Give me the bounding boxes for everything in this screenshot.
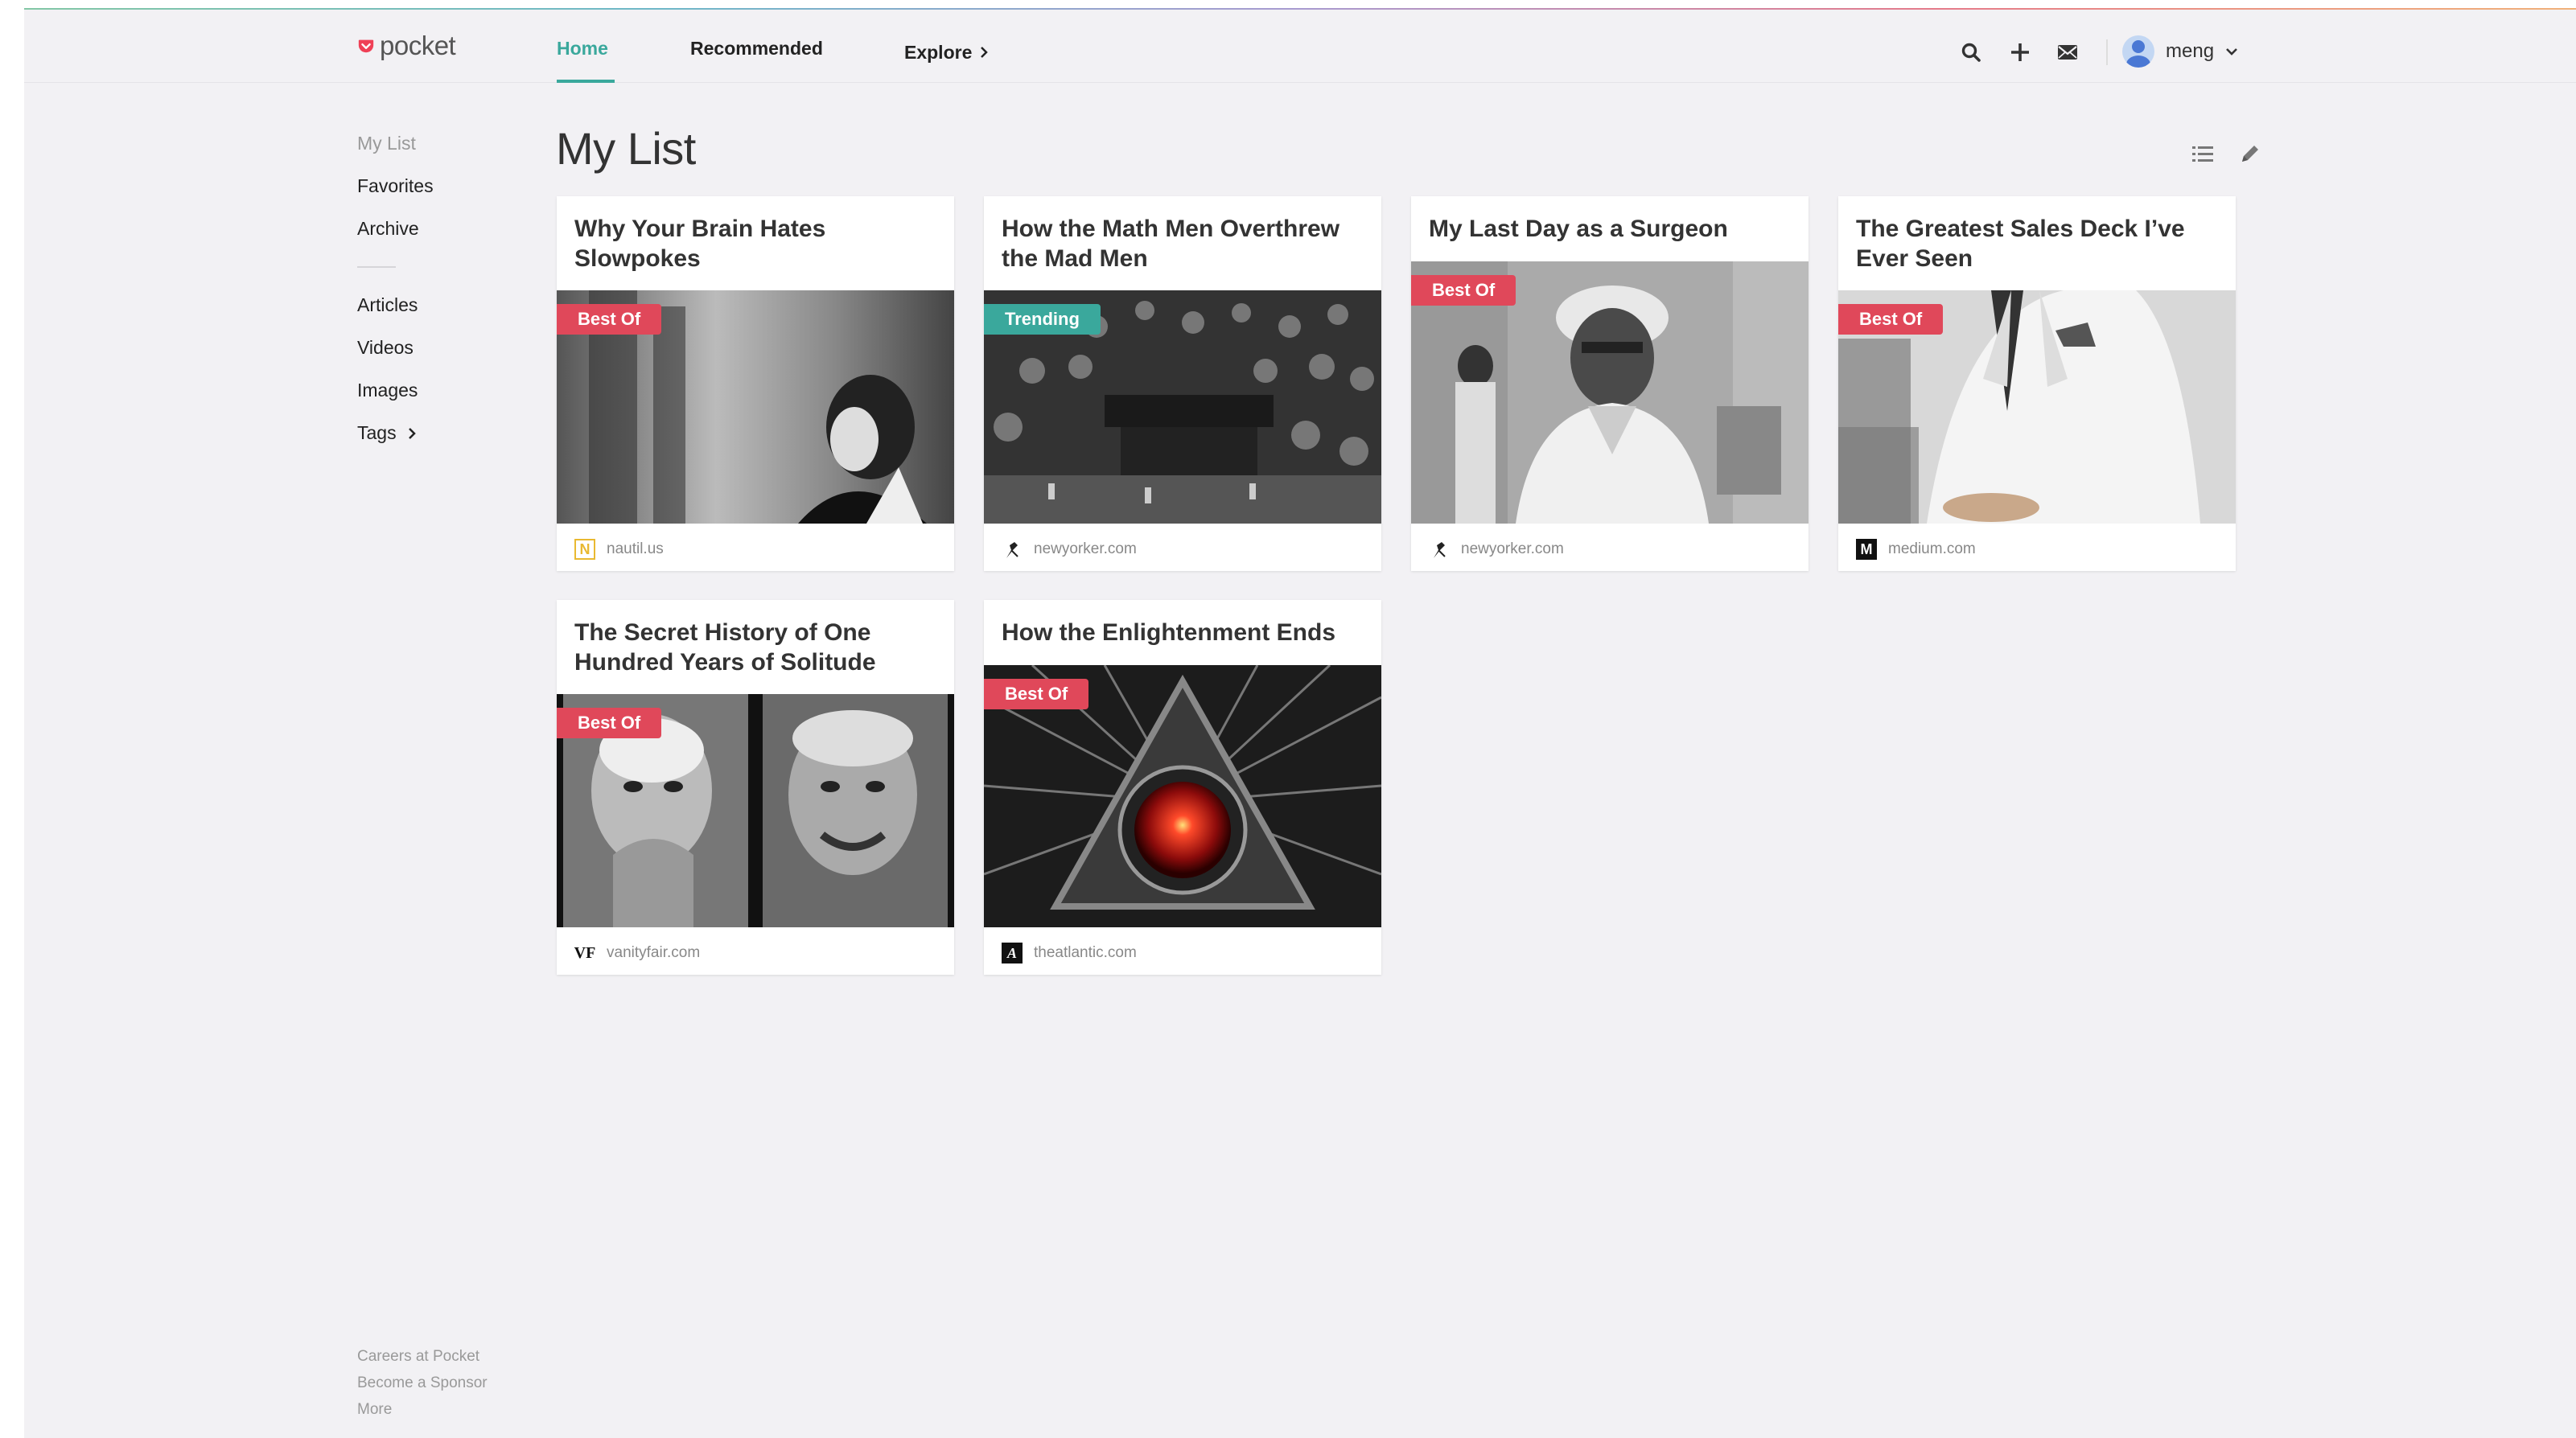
pencil-edit-icon[interactable]	[2238, 142, 2262, 166]
sidebar-item-my-list[interactable]: My List	[357, 122, 566, 165]
source-domain: theatlantic.com	[1034, 944, 1137, 961]
chevron-right-icon	[408, 427, 416, 439]
nav-tab-recommended[interactable]: Recommended	[690, 36, 823, 68]
article-card[interactable]: My Last Day as a Surgeon Best Of newyork…	[1411, 196, 1809, 571]
card-source: newyorker.com	[1429, 539, 1564, 560]
card-source: A theatlantic.com	[1002, 943, 1137, 963]
sidebar-item-tags[interactable]: Tags	[357, 412, 566, 454]
article-card[interactable]: The Secret History of One Hundred Years …	[557, 600, 954, 975]
page-title: My List	[556, 123, 696, 174]
badge-best-of: Best Of	[557, 304, 662, 335]
card-image: Best Of	[1838, 290, 2236, 524]
sidebar-item-videos[interactable]: Videos	[357, 327, 566, 369]
sidebar-item-articles[interactable]: Articles	[357, 284, 566, 327]
nav-explore-label: Explore	[904, 42, 973, 63]
newyorker-icon	[1434, 542, 1446, 558]
card-title: Why Your Brain Hates Slowpokes	[574, 216, 826, 272]
sidebar: My List Favorites Archive Articles Video…	[357, 122, 566, 454]
sidebar-divider	[357, 266, 396, 268]
footer-link-more[interactable]: More	[357, 1396, 488, 1423]
header-divider	[2106, 39, 2108, 65]
article-card[interactable]: How the Math Men Overthrew the Mad Men T…	[984, 196, 1381, 571]
card-source: N nautil.us	[574, 539, 664, 560]
badge-trending: Trending	[984, 304, 1101, 335]
source-domain: newyorker.com	[1461, 540, 1564, 557]
chevron-down-icon	[2226, 48, 2237, 55]
username: meng	[2166, 40, 2215, 62]
card-source: newyorker.com	[1002, 539, 1137, 560]
card-image: Trending	[984, 290, 1381, 524]
card-image: Best Of	[1411, 261, 1809, 524]
pocket-logo-icon	[358, 39, 374, 53]
source-domain: newyorker.com	[1034, 540, 1137, 557]
newyorker-icon	[1006, 542, 1018, 558]
card-image: Best Of	[557, 290, 954, 524]
card-title: My Last Day as a Surgeon	[1429, 216, 1728, 242]
nautilus-icon: N	[574, 539, 595, 560]
card-image: Best Of	[984, 665, 1381, 927]
app-window: pocket Home Recommended Explore meng My …	[24, 10, 2576, 1438]
article-card[interactable]: How the Enlightenment Ends Best Of A the…	[984, 600, 1381, 975]
sidebar-item-images[interactable]: Images	[357, 369, 566, 412]
nav-tab-home[interactable]: Home	[557, 36, 615, 83]
chevron-right-icon	[981, 47, 989, 58]
medium-icon: M	[1856, 539, 1877, 560]
search-icon[interactable]	[1960, 41, 1982, 64]
card-title: The Secret History of One Hundred Years …	[574, 619, 876, 676]
badge-best-of: Best Of	[1838, 304, 1944, 335]
sidebar-item-archive[interactable]: Archive	[357, 207, 566, 250]
list-view-icon[interactable]	[2191, 143, 2215, 166]
vanityfair-icon: VF	[574, 943, 596, 962]
add-icon[interactable]	[2009, 41, 2031, 64]
source-domain: vanityfair.com	[607, 944, 701, 961]
atlantic-icon: A	[1002, 943, 1023, 963]
sidebar-item-favorites[interactable]: Favorites	[357, 165, 566, 207]
badge-best-of: Best Of	[557, 708, 662, 738]
sidebar-item-tags-label: Tags	[357, 422, 397, 443]
source-domain: medium.com	[1888, 540, 1976, 557]
pocket-logo[interactable]: pocket	[357, 30, 456, 62]
card-source: M medium.com	[1856, 539, 1976, 560]
nav-tab-explore[interactable]: Explore	[904, 36, 989, 68]
badge-best-of: Best Of	[984, 679, 1089, 709]
card-image: Best Of	[557, 694, 954, 927]
top-header: pocket Home Recommended Explore meng	[24, 12, 2576, 83]
footer-link-careers[interactable]: Careers at Pocket	[357, 1343, 488, 1370]
article-card[interactable]: The Greatest Sales Deck I’ve Ever Seen B…	[1838, 196, 2236, 571]
card-title: How the Enlightenment Ends	[1002, 619, 1336, 646]
card-title: How the Math Men Overthrew the Mad Men	[1002, 216, 1340, 272]
badge-best-of: Best Of	[1411, 275, 1516, 306]
card-source: VF vanityfair.com	[574, 943, 700, 963]
footer-links: Careers at Pocket Become a Sponsor More	[357, 1343, 488, 1423]
card-title: The Greatest Sales Deck I’ve Ever Seen	[1856, 216, 2185, 272]
footer-link-sponsor[interactable]: Become a Sponsor	[357, 1370, 488, 1396]
source-domain: nautil.us	[607, 540, 664, 557]
logo-text: pocket	[380, 31, 456, 60]
mail-icon[interactable]	[2056, 41, 2079, 64]
avatar	[2122, 35, 2154, 68]
user-menu[interactable]: meng	[2122, 35, 2238, 68]
article-card[interactable]: Why Your Brain Hates Slowpokes Best Of N…	[557, 196, 954, 571]
